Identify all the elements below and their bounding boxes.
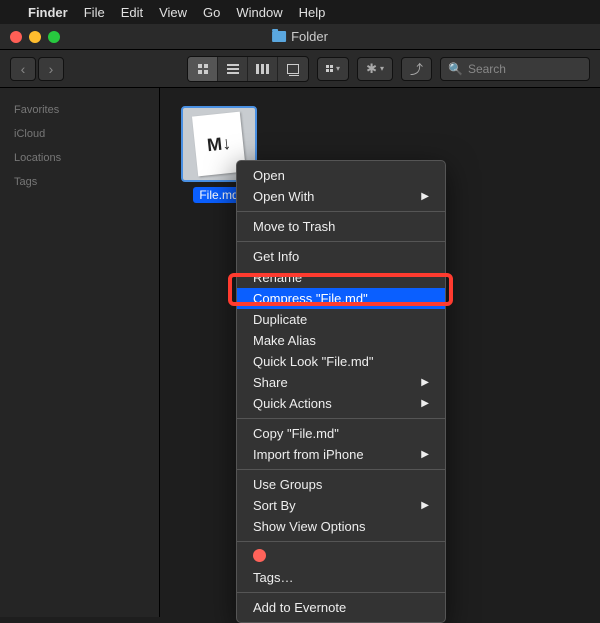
- context-menu: Open Open With ▶ Move to Trash Get Info Renam…: [236, 160, 446, 623]
- context-menu-label: Open: [253, 168, 285, 183]
- view-list-button[interactable]: [218, 57, 248, 81]
- file-menu[interactable]: File: [84, 5, 105, 20]
- back-button[interactable]: ‹: [10, 57, 36, 81]
- context-menu-label: Share: [253, 375, 288, 390]
- submenu-arrow-icon: ▶: [421, 500, 429, 511]
- submenu-arrow-icon: ▶: [421, 377, 429, 388]
- context-menu-separator: [237, 469, 445, 470]
- window-titlebar: Folder: [0, 24, 600, 50]
- context-menu-item[interactable]: Quick Actions ▶: [237, 393, 445, 414]
- share-button[interactable]: ⤴: [401, 57, 432, 81]
- sidebar-section-locations[interactable]: Locations: [0, 148, 159, 168]
- context-menu-item[interactable]: Duplicate: [237, 309, 445, 330]
- context-menu-item[interactable]: Use Groups: [237, 474, 445, 495]
- view-menu[interactable]: View: [159, 5, 187, 20]
- context-menu-label: Rename: [253, 270, 302, 285]
- context-menu-item[interactable]: Sort By ▶: [237, 495, 445, 516]
- context-menu-separator: [237, 418, 445, 419]
- search-icon: 🔍: [448, 62, 463, 76]
- context-menu-label: Compress "File.md": [253, 291, 368, 306]
- search-placeholder: Search: [468, 62, 506, 76]
- submenu-arrow-icon: ▶: [421, 398, 429, 409]
- context-menu-item[interactable]: Make Alias: [237, 330, 445, 351]
- context-menu-label: Quick Look "File.md": [253, 354, 374, 369]
- help-menu[interactable]: Help: [299, 5, 326, 20]
- context-menu-label: Sort By: [253, 498, 296, 513]
- view-icons-button[interactable]: [188, 57, 218, 81]
- context-menu-label: Move to Trash: [253, 219, 335, 234]
- context-menu-label: Use Groups: [253, 477, 322, 492]
- context-menu-item[interactable]: Get Info: [237, 246, 445, 267]
- view-switcher: [187, 56, 309, 82]
- context-menu-item[interactable]: Move to Trash: [237, 216, 445, 237]
- toolbar: ‹ › ▾ ✱▾ ⤴ 🔍 Search: [0, 50, 600, 88]
- context-menu-item[interactable]: Open With ▶: [237, 186, 445, 207]
- context-menu-label: Get Info: [253, 249, 299, 264]
- close-window-button[interactable]: [10, 31, 22, 43]
- context-menu-label: Show View Options: [253, 519, 366, 534]
- share-icon: ⤴: [410, 59, 423, 78]
- window-menu[interactable]: Window: [236, 5, 282, 20]
- context-menu-item[interactable]: Compress "File.md": [237, 288, 445, 309]
- context-menu-label: Open With: [253, 189, 314, 204]
- action-button[interactable]: ✱▾: [357, 57, 393, 81]
- context-menu-label: Copy "File.md": [253, 426, 339, 441]
- context-menu-item[interactable]: Tags…: [237, 567, 445, 588]
- fullscreen-window-button[interactable]: [48, 31, 60, 43]
- group-by-button[interactable]: ▾: [317, 57, 349, 81]
- forward-button[interactable]: ›: [38, 57, 64, 81]
- context-menu-label: Quick Actions: [253, 396, 332, 411]
- submenu-arrow-icon: ▶: [421, 449, 429, 460]
- context-menu-item[interactable]: Share ▶: [237, 372, 445, 393]
- context-menu-label: Import from iPhone: [253, 447, 364, 462]
- search-input[interactable]: 🔍 Search: [440, 57, 590, 81]
- context-menu-item[interactable]: Rename: [237, 267, 445, 288]
- context-menu-item[interactable]: Open: [237, 165, 445, 186]
- minimize-window-button[interactable]: [29, 31, 41, 43]
- context-menu-label: Duplicate: [253, 312, 307, 327]
- submenu-arrow-icon: ▶: [421, 191, 429, 202]
- nav-buttons: ‹ ›: [10, 57, 64, 81]
- sidebar-section-icloud[interactable]: iCloud: [0, 124, 159, 144]
- tag-color-dot[interactable]: [253, 549, 266, 562]
- context-menu-item[interactable]: Import from iPhone ▶: [237, 444, 445, 465]
- sidebar-section-favorites[interactable]: Favorites: [0, 100, 159, 120]
- context-menu-item[interactable]: Quick Look "File.md": [237, 351, 445, 372]
- app-name-menu[interactable]: Finder: [28, 5, 68, 20]
- traffic-lights: [0, 24, 70, 50]
- window-title-text: Folder: [291, 29, 328, 44]
- context-menu-item[interactable]: Show View Options: [237, 516, 445, 537]
- context-menu-separator: [237, 241, 445, 242]
- menubar: Finder File Edit View Go Window Help: [0, 0, 600, 24]
- context-menu-item[interactable]: Copy "File.md": [237, 423, 445, 444]
- sidebar: Favorites iCloud Locations Tags: [0, 88, 160, 617]
- context-menu-item[interactable]: Add to Evernote: [237, 597, 445, 618]
- edit-menu[interactable]: Edit: [121, 5, 143, 20]
- gear-icon: ✱: [366, 61, 377, 77]
- context-menu-separator: [237, 211, 445, 212]
- context-menu-label: Tags…: [253, 570, 293, 585]
- view-gallery-button[interactable]: [278, 57, 308, 81]
- context-menu-separator: [237, 592, 445, 593]
- folder-icon: [272, 31, 286, 42]
- window-title: Folder: [272, 29, 328, 44]
- view-columns-button[interactable]: [248, 57, 278, 81]
- sidebar-section-tags[interactable]: Tags: [0, 172, 159, 192]
- context-menu-label: Add to Evernote: [253, 600, 346, 615]
- go-menu[interactable]: Go: [203, 5, 220, 20]
- context-menu-separator: [237, 541, 445, 542]
- context-menu-label: Make Alias: [253, 333, 316, 348]
